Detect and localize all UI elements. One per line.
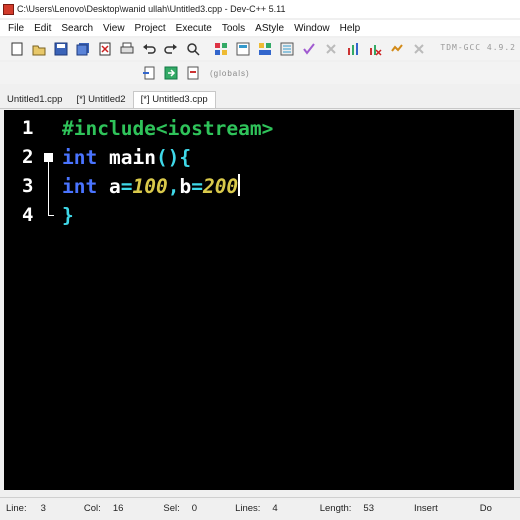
status-sel-value: 0 bbox=[191, 502, 198, 514]
status-col-value: 16 bbox=[112, 502, 124, 514]
status-insert-mode: Insert bbox=[414, 502, 438, 514]
code-line[interactable]: #include<iostream> bbox=[62, 114, 273, 143]
globals-dropdown[interactable]: (globals) bbox=[210, 69, 250, 78]
code-editor[interactable]: 1 2 3 4 #include<iostream> int main(){int… bbox=[4, 110, 520, 490]
status-line-value: 3 bbox=[40, 502, 46, 514]
code-token: = bbox=[191, 175, 203, 198]
save-all-icon[interactable] bbox=[75, 41, 91, 57]
fold-end-marker bbox=[48, 215, 54, 216]
insert-icon[interactable] bbox=[141, 65, 157, 81]
print-icon[interactable] bbox=[119, 41, 135, 57]
code-token: main bbox=[97, 146, 156, 169]
menu-project[interactable]: Project bbox=[130, 23, 171, 34]
code-token: int bbox=[62, 146, 98, 169]
code-token: 100 bbox=[132, 175, 168, 198]
syntax-check-icon[interactable] bbox=[301, 41, 317, 57]
stop-debug-icon[interactable] bbox=[411, 41, 427, 57]
status-col-label: Col: bbox=[83, 502, 101, 514]
status-bar: Line: 3 Col: 16 Sel: 0 Lines: 4 Length: … bbox=[0, 497, 520, 518]
line-number: 2 bbox=[22, 146, 34, 168]
find-icon[interactable] bbox=[185, 41, 201, 57]
redo-icon[interactable] bbox=[163, 41, 179, 57]
main-toolbar: TDM-GCC 4.9.2 bbox=[0, 38, 520, 60]
toggle-bookmark-icon[interactable] bbox=[185, 65, 201, 81]
tab-untitled3[interactable]: [*] Untitled3.cpp bbox=[132, 91, 216, 108]
run-icon[interactable] bbox=[235, 41, 251, 57]
fold-guide bbox=[48, 162, 49, 215]
menu-window[interactable]: Window bbox=[289, 23, 335, 34]
compile-icon[interactable] bbox=[213, 41, 229, 57]
status-lines-label: Lines: bbox=[235, 502, 261, 514]
title-bar: C:\Users\Lenovo\Desktop\wanid ullah\Unti… bbox=[0, 0, 520, 18]
text-caret bbox=[238, 174, 241, 196]
status-length-label: Length: bbox=[319, 502, 352, 514]
line-number-gutter: 1 2 3 4 bbox=[4, 110, 58, 490]
delete-profile-icon[interactable] bbox=[367, 41, 383, 57]
compile-run-icon[interactable] bbox=[257, 41, 273, 57]
line-number: 3 bbox=[22, 175, 34, 197]
menu-view[interactable]: View bbox=[98, 23, 130, 34]
tab-untitled2[interactable]: [*] Untitled2 bbox=[69, 94, 132, 108]
code-token: , bbox=[167, 175, 180, 198]
status-extra: Do bbox=[479, 502, 492, 514]
devcpp-window: C:\Users\Lenovo\Desktop\wanid ullah\Unti… bbox=[0, 0, 520, 520]
editor-tabs: Untitled1.cpp [*] Untitled2 [*] Untitled… bbox=[0, 90, 520, 109]
status-sel-label: Sel: bbox=[163, 502, 180, 514]
code-token: a bbox=[97, 175, 121, 198]
tab-untitled1[interactable]: Untitled1.cpp bbox=[0, 94, 69, 108]
stop-execution-icon[interactable] bbox=[323, 41, 339, 57]
secondary-toolbar: (globals) bbox=[0, 62, 520, 84]
rebuild-icon[interactable] bbox=[279, 41, 295, 57]
devcpp-app-icon bbox=[3, 3, 14, 15]
line-number: 4 bbox=[22, 204, 34, 226]
menu-astyle[interactable]: AStyle bbox=[250, 23, 289, 34]
code-token: = bbox=[120, 175, 133, 198]
code-token: } bbox=[62, 204, 74, 227]
menu-tools[interactable]: Tools bbox=[217, 23, 250, 34]
new-file-icon[interactable] bbox=[9, 41, 25, 57]
compiler-selector[interactable]: TDM-GCC 4.9.2 bbox=[440, 43, 516, 52]
line-number: 1 bbox=[22, 117, 34, 139]
code-token: int bbox=[62, 175, 98, 198]
code-line[interactable]: } bbox=[62, 201, 74, 230]
undo-icon[interactable] bbox=[141, 41, 157, 57]
code-token: (){ bbox=[155, 146, 192, 169]
status-line-label: Line: bbox=[6, 502, 27, 514]
menu-bar: File Edit Search View Project Execute To… bbox=[0, 20, 520, 36]
debug-icon[interactable] bbox=[389, 41, 405, 57]
code-token: b bbox=[179, 175, 192, 198]
status-length-value: 53 bbox=[363, 502, 374, 514]
window-title: C:\Users\Lenovo\Desktop\wanid ullah\Unti… bbox=[17, 4, 286, 14]
code-token: 200 bbox=[202, 175, 239, 198]
menu-help[interactable]: Help bbox=[335, 23, 366, 34]
menu-file[interactable]: File bbox=[0, 23, 29, 34]
status-lines-value: 4 bbox=[272, 502, 278, 514]
close-file-icon[interactable] bbox=[97, 41, 113, 57]
goto-icon[interactable] bbox=[163, 65, 179, 81]
fold-collapse-icon[interactable] bbox=[44, 153, 53, 162]
save-icon[interactable] bbox=[53, 41, 69, 57]
code-token: #include<iostream> bbox=[62, 117, 274, 140]
open-file-icon[interactable] bbox=[31, 41, 47, 57]
code-line[interactable]: int a=100,b=200 bbox=[62, 172, 241, 201]
menu-execute[interactable]: Execute bbox=[171, 23, 217, 34]
profile-icon[interactable] bbox=[345, 41, 361, 57]
menu-edit[interactable]: Edit bbox=[29, 23, 56, 34]
code-line[interactable]: int main(){ bbox=[62, 143, 191, 172]
menu-search[interactable]: Search bbox=[56, 23, 98, 34]
